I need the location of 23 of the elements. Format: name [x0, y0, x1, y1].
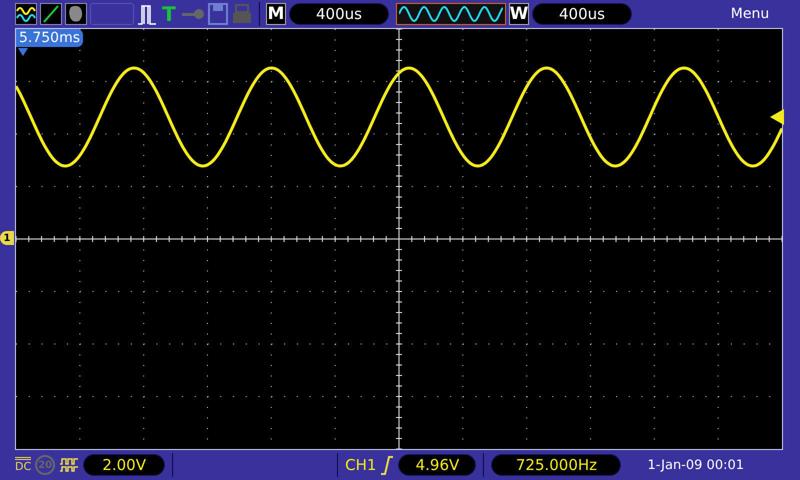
printer-icon [231, 3, 253, 25]
empty-slot [90, 3, 134, 25]
coupling-label: DC [15, 457, 32, 473]
key-icon [181, 8, 205, 20]
menu-button[interactable]: Menu [700, 6, 800, 22]
persistence-icon[interactable] [65, 3, 87, 25]
trigger-status: T [161, 2, 177, 26]
trigger-level-marker [770, 109, 784, 125]
line-icon[interactable] [40, 3, 62, 25]
main-timebase-label: M [266, 3, 286, 25]
rising-edge-icon [380, 455, 394, 475]
waveform-display-icon[interactable] [15, 3, 37, 25]
trigger-level-value: 4.96V [398, 454, 476, 476]
square-wave-icon [59, 457, 80, 473]
channel-marker: 1 [0, 231, 14, 245]
main-timebase-value: 400us [289, 3, 389, 25]
vertical-scale-value: 2.00V [83, 454, 166, 476]
frequency-readout: 725.000Hz [491, 454, 622, 476]
pulse-icon [137, 3, 157, 25]
trigger-source: CH1 [345, 456, 376, 474]
window-timebase-label: W [509, 3, 529, 25]
date-time: 1-Jan-09 00:01 [647, 458, 744, 472]
window-timebase-value: 400us [532, 3, 632, 25]
